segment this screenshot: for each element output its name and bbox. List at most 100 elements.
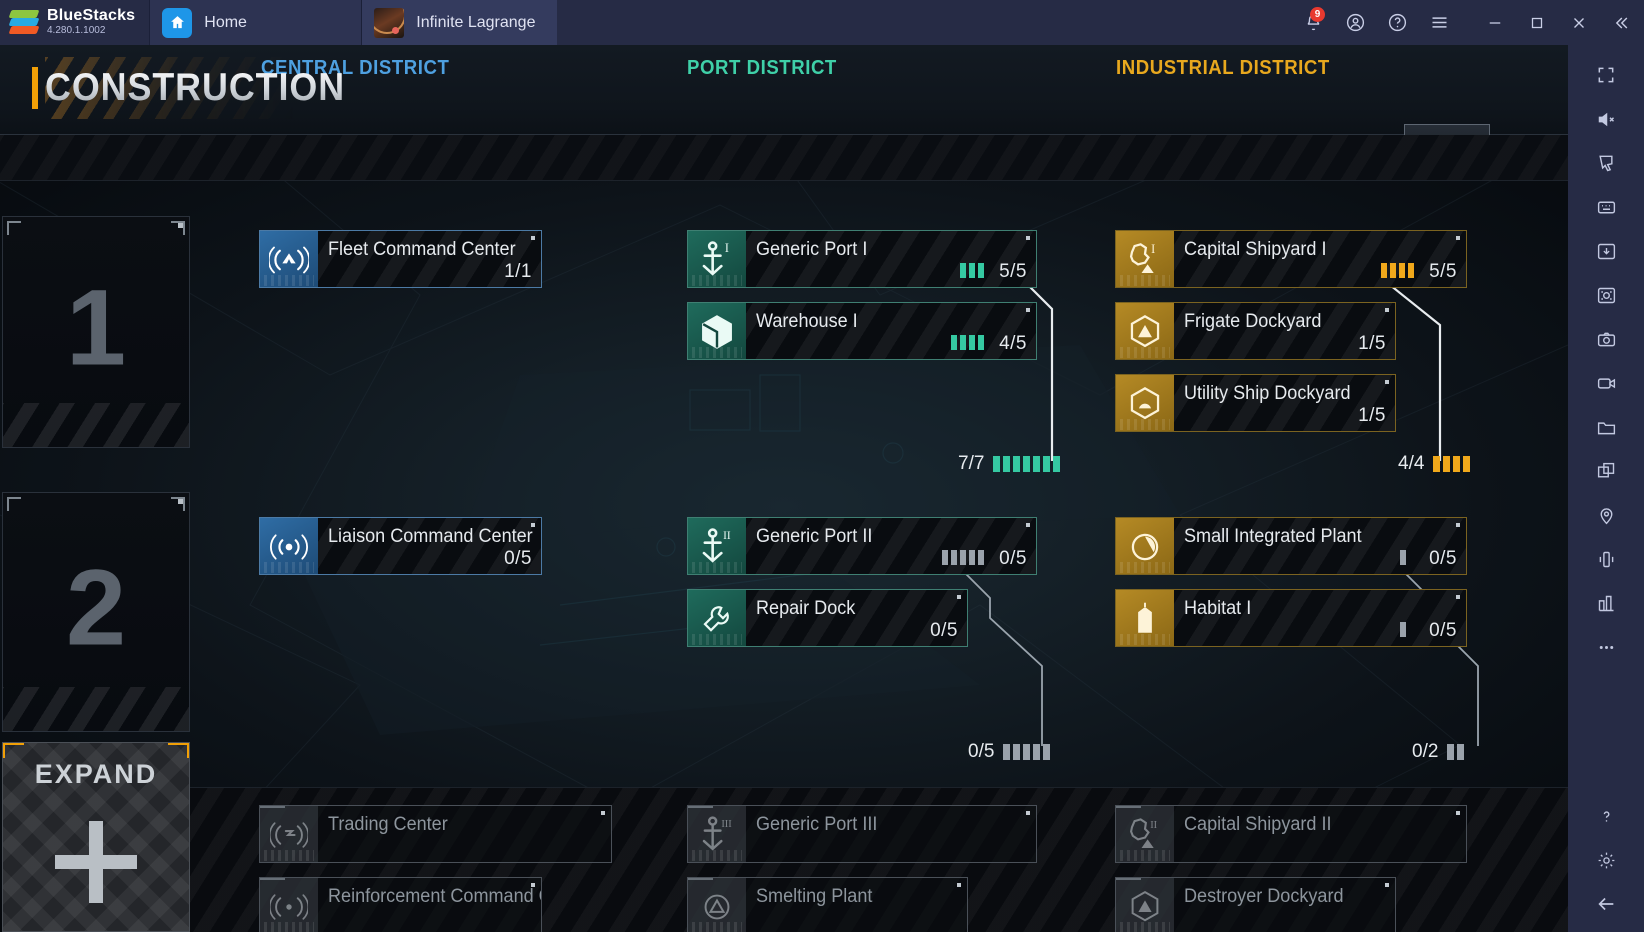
summary-count: 0/5 [968, 741, 995, 762]
account-icon[interactable] [1336, 0, 1374, 45]
mute-icon[interactable] [1578, 97, 1634, 141]
building-name: Small Integrated Plant [1184, 526, 1362, 547]
close-icon[interactable] [1560, 0, 1598, 45]
card-corner-dot [1456, 595, 1460, 599]
more-icon[interactable] [1578, 625, 1634, 669]
card-corner-dot [1026, 236, 1030, 240]
signal-reinforce-icon [260, 878, 318, 932]
gear-one-icon: I [1116, 231, 1174, 287]
notification-badge: 9 [1310, 7, 1325, 22]
multi-instance-icon[interactable] [1578, 449, 1634, 493]
page-title-wrap: CONSTRUCTION [32, 57, 371, 119]
building-card-fleet-command-center[interactable]: Fleet Command Center 1/1 [259, 230, 542, 288]
building-card-small-integrated-plant[interactable]: Small Integrated Plant 0/5 [1115, 517, 1467, 575]
bell-icon[interactable]: 9 [1294, 0, 1332, 45]
building-name: Utility Ship Dockyard [1184, 383, 1351, 404]
location-icon[interactable] [1578, 493, 1634, 537]
building-card-warehouse-i[interactable]: Warehouse I 4/5 [687, 302, 1037, 360]
tier-number: 2 [65, 546, 127, 668]
cube-icon [688, 303, 746, 359]
building-card-destroyer-dockyard[interactable]: Destroyer Dockyard [1115, 877, 1396, 932]
smelting-icon [688, 878, 746, 932]
card-corner-dot [1026, 523, 1030, 527]
card-corner-dot [531, 236, 535, 240]
install-apk-icon[interactable] [1578, 229, 1634, 273]
bluestacks-titlebar: BlueStacks 4.280.1.1002 Home Infinite La… [0, 0, 1644, 45]
camera-icon[interactable] [1578, 317, 1634, 361]
building-card-liaison-command-center[interactable]: Liaison Command Center 0/5 [259, 517, 542, 575]
maximize-icon[interactable] [1518, 0, 1556, 45]
expand-panel[interactable]: EXPAND [2, 742, 190, 932]
record-icon[interactable] [1578, 361, 1634, 405]
card-corner-dot [1385, 883, 1389, 887]
building-card-generic-port-ii[interactable]: II Generic Port II 0/5 [687, 517, 1037, 575]
folder-icon[interactable] [1578, 405, 1634, 449]
card-corner-dot [1456, 236, 1460, 240]
building-count: 0/5 [1429, 620, 1457, 641]
brand-name: BlueStacks [47, 7, 136, 24]
keymap-icon[interactable] [1578, 185, 1634, 229]
hex-triangle-icon [1116, 303, 1174, 359]
svg-text:III: III [721, 819, 732, 830]
building-name: Smelting Plant [756, 886, 873, 907]
bluestacks-sidebar [1568, 45, 1644, 932]
titlebar-controls: 9 [1294, 0, 1644, 45]
signal-trade-icon [260, 806, 318, 862]
shake-icon[interactable] [1578, 537, 1634, 581]
svg-text:II: II [723, 530, 731, 542]
district-label-port: PORT DISTRICT [687, 57, 837, 79]
building-card-generic-port-iii[interactable]: III Generic Port III [687, 805, 1037, 863]
building-card-habitat-i[interactable]: Habitat I 0/5 [1115, 589, 1467, 647]
building-name: Fleet Command Center [328, 239, 516, 260]
page-title: CONSTRUCTION [45, 66, 346, 109]
building-count: 5/5 [999, 261, 1027, 282]
minimize-icon[interactable] [1476, 0, 1514, 45]
svg-text:I: I [725, 241, 729, 255]
building-card-reinforcement-command-center[interactable]: Reinforcement Command Center [259, 877, 542, 932]
district-label-industrial: INDUSTRIAL DISTRICT [1116, 57, 1330, 79]
back-icon[interactable] [1578, 882, 1634, 926]
tab-infinite-lagrange[interactable]: Infinite Lagrange [361, 0, 558, 45]
titlebar-spacer [557, 0, 1294, 45]
building-name: Trading Center [328, 814, 448, 835]
building-bars [951, 335, 984, 350]
layout-icon[interactable] [1578, 581, 1634, 625]
hex-triangle-icon [1116, 878, 1174, 932]
summary-count: 4/4 [1398, 453, 1425, 474]
cursor-icon[interactable] [1578, 141, 1634, 185]
building-card-smelting-plant[interactable]: Smelting Plant [687, 877, 968, 932]
tier-panel-2[interactable]: 2 [2, 492, 190, 732]
menu-icon[interactable] [1420, 0, 1458, 45]
fullscreen-icon[interactable] [1578, 53, 1634, 97]
expand-corner-left [3, 743, 24, 758]
summary-count: 0/2 [1412, 741, 1439, 762]
building-name: Destroyer Dockyard [1184, 886, 1344, 907]
tab-home[interactable]: Home [149, 0, 362, 45]
svg-text:II: II [1150, 820, 1157, 831]
summary-bars [1433, 456, 1471, 472]
plus-icon [53, 819, 139, 910]
signal-dish-icon [260, 518, 318, 574]
building-card-capital-shipyard-ii[interactable]: II Capital Shipyard II [1115, 805, 1467, 863]
signal-icon [260, 231, 318, 287]
sidebar-help-icon[interactable] [1578, 794, 1634, 838]
building-card-generic-port-i[interactable]: I Generic Port I 5/5 [687, 230, 1037, 288]
screenshot-icon[interactable] [1578, 273, 1634, 317]
help-icon[interactable] [1378, 0, 1416, 45]
building-card-capital-shipyard-i[interactable]: I Capital Shipyard I 5/5 [1115, 230, 1467, 288]
building-card-utility-ship-dockyard[interactable]: Utility Ship Dockyard 1/5 [1115, 374, 1396, 432]
building-card-frigate-dockyard[interactable]: Frigate Dockyard 1/5 [1115, 302, 1396, 360]
tier-number: 1 [65, 266, 127, 388]
building-card-repair-dock[interactable]: Repair Dock 0/5 [687, 589, 968, 647]
collapse-sidebar-icon[interactable] [1602, 0, 1640, 45]
plant-icon [1116, 518, 1174, 574]
anchor-three-icon: III [688, 806, 746, 862]
building-bars [960, 263, 984, 278]
tier2-industrial-summary: 0/2 [1412, 741, 1465, 763]
game-viewport: CONSTRUCTION CENTRAL DISTRICT PORT DISTR… [0, 45, 1568, 932]
building-card-trading-center[interactable]: Trading Center [259, 805, 612, 863]
settings-icon[interactable] [1578, 838, 1634, 882]
tier-panel-1[interactable]: 1 [2, 216, 190, 448]
summary-bars [1447, 744, 1465, 760]
card-corner-dot [1026, 308, 1030, 312]
